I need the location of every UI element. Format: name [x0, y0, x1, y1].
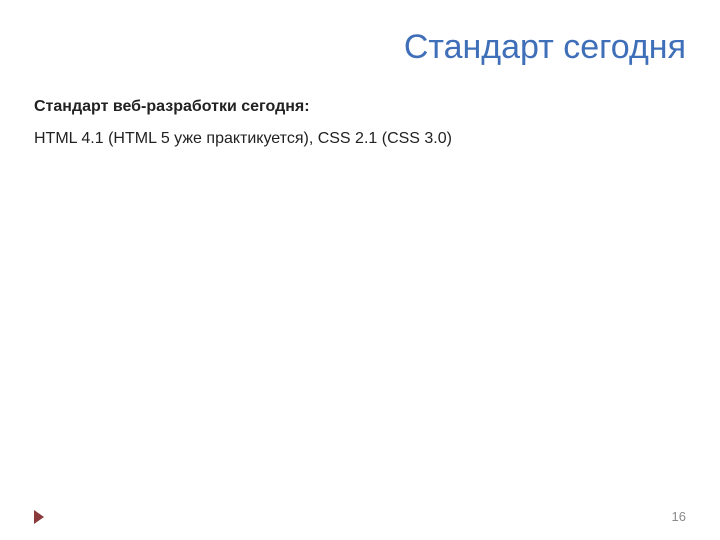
content-area: Стандарт веб-разработки сегодня: HTML 4.…: [34, 98, 686, 150]
footer: 16: [34, 509, 686, 524]
content-body: HTML 4.1 (HTML 5 уже практикуется), CSS …: [34, 128, 686, 150]
play-arrow-icon: [34, 510, 44, 524]
slide-title: Стандарт сегодня: [404, 28, 686, 67]
content-heading: Стандарт веб-разработки сегодня:: [34, 98, 686, 116]
page-number: 16: [672, 509, 686, 524]
